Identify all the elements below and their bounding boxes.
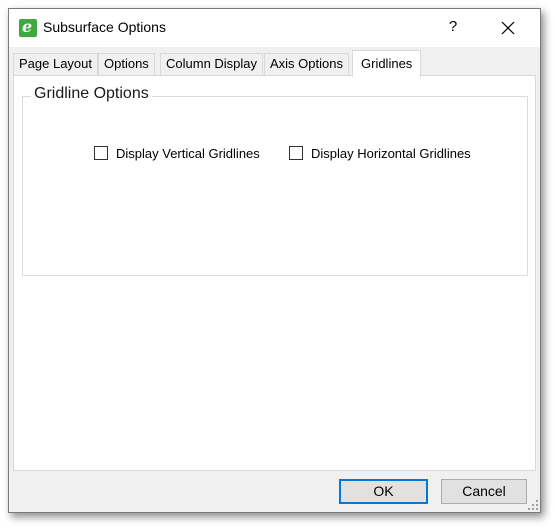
cancel-button[interactable]: Cancel [441,479,527,504]
tab-page-layout[interactable]: Page Layout [13,53,99,75]
checkbox-box[interactable] [289,146,303,160]
gridlines-tab-panel: Gridline Options Display Vertical Gridli… [13,75,536,471]
horizontal-gridlines-checkbox[interactable]: Display Horizontal Gridlines [289,145,471,161]
tab-gridlines[interactable]: Gridlines [352,50,422,77]
window-title: Subsurface Options [43,19,166,35]
help-button[interactable]: ? [441,15,465,39]
checkbox-box[interactable] [94,146,108,160]
app-icon [19,17,37,37]
tab-options[interactable]: Options [98,53,155,75]
checkbox-label[interactable]: Display Horizontal Gridlines [311,146,471,161]
tab-column-display[interactable]: Column Display [160,53,264,75]
close-button[interactable] [493,15,523,41]
resize-grip-icon[interactable] [528,500,538,510]
tab-axis-options[interactable]: Axis Options [264,53,349,75]
tab-strip: Page Layout Options Column Display Axis … [13,50,536,77]
vertical-gridlines-checkbox[interactable]: Display Vertical Gridlines [94,145,260,161]
checkbox-label[interactable]: Display Vertical Gridlines [116,146,260,161]
ok-button[interactable]: OK [339,479,428,504]
gridline-options-group: Gridline Options Display Vertical Gridli… [22,85,528,276]
group-title: Gridline Options [31,85,152,103]
close-icon [501,21,515,35]
options-dialog: Subsurface Options ? Page Layout Options… [8,8,541,513]
title-bar[interactable]: Subsurface Options ? [9,9,540,47]
